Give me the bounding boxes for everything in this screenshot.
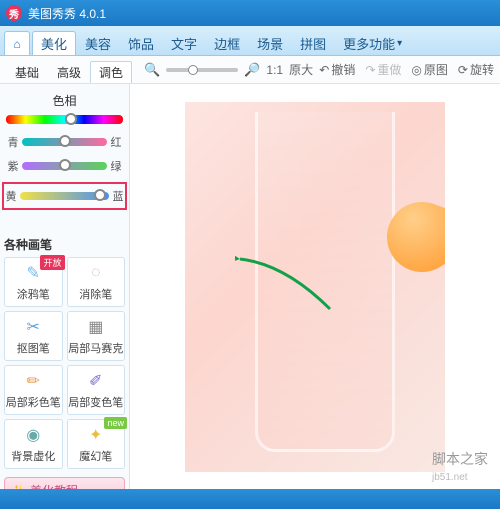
brush-icon: ✐: [82, 370, 110, 392]
color-slider-panel: 色相 青红紫绿黄蓝: [4, 88, 125, 222]
main-tab-7[interactable]: 更多功能▾: [335, 31, 410, 55]
brush-icon: ◌: [82, 262, 110, 284]
brush-label: 消除笔: [79, 286, 112, 302]
status-bar: [0, 489, 500, 509]
zoom-ratio[interactable]: 1:1: [266, 63, 283, 77]
main-tab-3[interactable]: 文字: [163, 31, 205, 55]
sidebar: 色相 青红紫绿黄蓝 各种画笔 ✎涂鸦笔开放◌消除笔✂抠图笔▦局部马赛克✏局部彩色…: [0, 84, 130, 489]
color-slider[interactable]: [22, 138, 107, 146]
chevron-down-icon: ▾: [397, 38, 402, 49]
slider-label-right: 红: [109, 134, 123, 150]
brush-tool-7[interactable]: ✦魔幻笔new: [67, 419, 126, 469]
brush-tool-5[interactable]: ✐ 局部变色笔: [67, 365, 126, 415]
zoom-in-icon[interactable]: 🔎: [244, 62, 260, 78]
sub-toolbar: 基础高级调色 🔍 🔎 1:1 原大 ↶ 撤销 ↷ 重做 ◎ 原图 ⟳ 旋转: [0, 56, 500, 84]
zoom-controls: 🔍 🔎 1:1 原大: [144, 61, 313, 78]
brush-icon: ✂: [19, 316, 47, 338]
app-logo-icon: 秀: [6, 5, 22, 21]
brush-icon: ✏: [19, 370, 47, 392]
zoom-slider[interactable]: [166, 68, 238, 72]
brush-tool-4[interactable]: ✏ 局部彩色笔: [4, 365, 63, 415]
brush-label: 局部彩色笔: [6, 394, 61, 410]
main-tab-5[interactable]: 场景: [249, 31, 291, 55]
main-tabs: ⌂ 美化美容饰品文字边框场景拼图更多功能▾: [0, 26, 500, 56]
home-icon[interactable]: ⌂: [4, 31, 30, 55]
glass-shape: [255, 112, 395, 452]
toolbar-right: ↶ 撤销 ↷ 重做 ◎ 原图 ⟳ 旋转: [319, 61, 494, 78]
work-area: 色相 青红紫绿黄蓝 各种画笔 ✎涂鸦笔开放◌消除笔✂抠图笔▦局部马赛克✏局部彩色…: [0, 84, 500, 489]
title-bar: 秀 美图秀秀 4.0.1: [0, 0, 500, 26]
brush-label: 背景虚化: [11, 448, 55, 464]
slider-label-left: 黄: [4, 188, 18, 204]
slider-thumb[interactable]: [59, 135, 71, 147]
hue-title: 色相: [6, 92, 123, 109]
color-slider-row-0: 青红: [6, 134, 123, 150]
brush-section-title: 各种画笔: [4, 232, 125, 257]
brush-tool-1[interactable]: ◌ 消除笔: [67, 257, 126, 307]
tutorial-button[interactable]: ✨ 美化教程: [4, 477, 125, 489]
brush-label: 涂鸦笔: [17, 286, 50, 302]
edited-image: [185, 102, 445, 472]
color-slider-row-2: 黄蓝: [2, 182, 127, 210]
undo-button[interactable]: ↶ 撤销: [319, 61, 355, 78]
color-slider[interactable]: [20, 192, 109, 200]
color-slider-row-1: 紫绿: [6, 158, 123, 174]
app-title: 美图秀秀 4.0.1: [28, 5, 106, 22]
slider-thumb[interactable]: [59, 159, 71, 171]
slider-thumb[interactable]: [94, 189, 106, 201]
slider-label-right: 绿: [109, 158, 123, 174]
redo-button[interactable]: ↷ 重做: [365, 61, 401, 78]
zoom-mode[interactable]: 原大: [289, 61, 313, 78]
main-tab-1[interactable]: 美容: [77, 31, 119, 55]
badge: 开放: [40, 255, 64, 270]
color-slider[interactable]: [22, 162, 107, 170]
main-tab-2[interactable]: 饰品: [120, 31, 162, 55]
brush-tool-3[interactable]: ▦ 局部马赛克: [67, 311, 126, 361]
brush-tool-0[interactable]: ✎涂鸦笔开放: [4, 257, 63, 307]
slider-label-left: 青: [6, 134, 20, 150]
brush-tool-2[interactable]: ✂ 抠图笔: [4, 311, 63, 361]
main-tab-6[interactable]: 拼图: [292, 31, 334, 55]
watermark: 脚本之家 jb51.net: [432, 449, 488, 485]
brush-icon: ▦: [82, 316, 110, 338]
main-tab-4[interactable]: 边框: [206, 31, 248, 55]
brush-icon: ◉: [19, 424, 47, 446]
zoom-out-icon[interactable]: 🔍: [144, 62, 160, 78]
hue-slider[interactable]: [6, 115, 123, 124]
slider-label-left: 紫: [6, 158, 20, 174]
brush-label: 魔幻笔: [79, 448, 112, 464]
rotate-button[interactable]: ⟳ 旋转: [458, 61, 494, 78]
brush-section: 各种画笔 ✎涂鸦笔开放◌消除笔✂抠图笔▦局部马赛克✏局部彩色笔✐局部变色笔◉背景…: [4, 232, 125, 469]
sub-tabs: 基础高级调色: [6, 56, 132, 83]
badge: new: [104, 417, 127, 429]
brush-tool-6[interactable]: ◉ 背景虚化: [4, 419, 63, 469]
brush-label: 抠图笔: [17, 340, 50, 356]
slider-label-right: 蓝: [111, 188, 125, 204]
sub-tab-0[interactable]: 基础: [6, 61, 48, 83]
brush-label: 局部变色笔: [68, 394, 123, 410]
canvas-area[interactable]: [130, 84, 500, 489]
brush-label: 局部马赛克: [68, 340, 123, 356]
sub-tab-1[interactable]: 高级: [48, 61, 90, 83]
main-tab-0[interactable]: 美化: [32, 31, 76, 55]
original-button[interactable]: ◎ 原图: [411, 61, 448, 78]
wand-icon: ✨: [11, 484, 26, 490]
sub-tab-2[interactable]: 调色: [90, 61, 132, 83]
